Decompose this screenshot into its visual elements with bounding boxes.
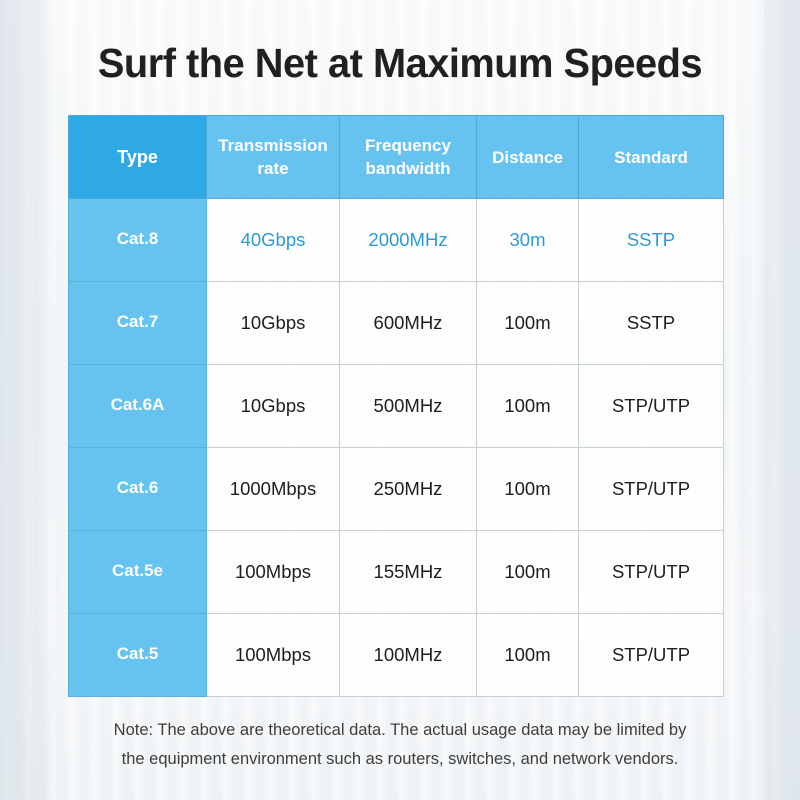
disclaimer-note: Note: The above are theoretical data. Th… [60,716,740,774]
cable-spec-table: Type Transmission rate Frequency bandwid… [68,115,724,697]
cell-bandwidth: 600MHz [339,281,477,365]
table-row: Cat.6 1000Mbps 250MHz 100m STP/UTP [68,447,724,531]
header-rate-line2: rate [257,159,289,178]
note-line-1: Note: The above are theoretical data. Th… [113,721,687,739]
table-row: Cat.5e 100Mbps 155MHz 100m STP/UTP [68,530,724,614]
cell-rate: 40Gbps [206,198,340,282]
header-type: Type [68,115,207,199]
table-row: Cat.5 100Mbps 100MHz 100m STP/UTP [68,613,724,697]
cell-distance: 100m [476,364,579,448]
cell-standard: SSTP [578,281,724,365]
cell-standard: STP/UTP [578,364,724,448]
cell-rate: 1000Mbps [206,447,340,531]
header-distance-label: Distance [492,147,563,167]
cell-standard: STP/UTP [578,447,724,531]
cell-bandwidth: 2000MHz [339,198,477,282]
header-frequency-bandwidth: Frequency bandwidth [339,115,477,199]
header-standard-label: Standard [614,147,688,167]
cell-standard: STP/UTP [578,613,724,697]
note-line-2: the equipment environment such as router… [121,750,679,768]
header-standard: Standard [578,115,724,199]
cell-distance: 100m [476,281,579,365]
page-title: Surf the Net at Maximum Speeds [97,40,703,86]
cell-bandwidth: 155MHz [339,530,477,614]
cell-distance: 30m [476,198,579,282]
cell-type: Cat.8 [68,198,207,282]
header-transmission-rate: Transmission rate [206,115,340,199]
cell-bandwidth: 500MHz [339,364,477,448]
table-row: Cat.7 10Gbps 600MHz 100m SSTP [68,281,724,365]
cell-type: Cat.7 [68,281,207,365]
cell-distance: 100m [476,447,579,531]
cell-distance: 100m [476,530,579,614]
table-row: Cat.8 40Gbps 2000MHz 30m SSTP [68,198,724,282]
header-bandwidth-line1: Frequency [365,136,451,155]
cell-bandwidth: 250MHz [339,447,477,531]
cell-type: Cat.5e [68,530,207,614]
header-distance: Distance [476,115,579,199]
header-type-label: Type [117,146,158,167]
cell-type: Cat.6 [68,447,207,531]
header-bandwidth-line2: bandwidth [365,159,451,178]
cell-standard: SSTP [578,198,724,282]
cell-rate: 100Mbps [206,530,340,614]
cell-rate: 10Gbps [206,364,340,448]
cell-bandwidth: 100MHz [339,613,477,697]
cell-type: Cat.5 [68,613,207,697]
cell-rate: 10Gbps [206,281,340,365]
cell-distance: 100m [476,613,579,697]
table-row: Cat.6A 10Gbps 500MHz 100m STP/UTP [68,364,724,448]
table-header-row: Type Transmission rate Frequency bandwid… [68,115,724,199]
cell-rate: 100Mbps [206,613,340,697]
cell-type: Cat.6A [68,364,207,448]
cell-standard: STP/UTP [578,530,724,614]
header-rate-line1: Transmission [218,136,328,155]
